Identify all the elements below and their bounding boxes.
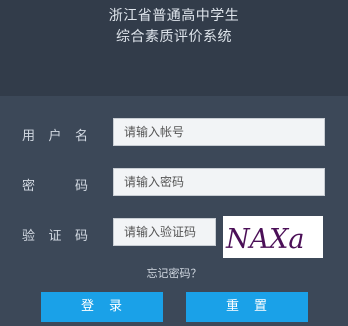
forgot-password-link[interactable]: 忘记密码？: [0, 265, 348, 281]
password-label: 密 码: [22, 175, 88, 194]
system-title-line2: 综合素质评价系统: [116, 29, 232, 45]
page-header: 浙江省普通高中学生 综合素质评价系统: [0, 0, 348, 96]
username-label-char: 名: [74, 129, 88, 144]
login-button[interactable]: 登 录: [41, 292, 163, 322]
username-label: 用 户 名: [22, 125, 88, 144]
password-label-char: 密: [22, 179, 36, 194]
captcha-image-text: NAXa: [225, 224, 304, 255]
reset-button[interactable]: 重 置: [186, 292, 308, 322]
captcha-label-char: 证: [48, 229, 62, 244]
password-label-char: 码: [74, 179, 88, 194]
captcha-label-char: 码: [74, 229, 88, 244]
captcha-image-graphic: NAXa: [225, 224, 304, 255]
captcha-image[interactable]: NAXa: [223, 216, 323, 258]
captcha-label: 验 证 码: [22, 225, 88, 244]
password-input[interactable]: [113, 168, 325, 196]
username-label-char: 用: [22, 129, 36, 144]
username-input[interactable]: [113, 118, 325, 146]
system-title-line1: 浙江省普通高中学生: [108, 8, 240, 24]
captcha-label-char: 验: [22, 229, 36, 244]
username-label-char: 户: [48, 129, 62, 144]
captcha-input[interactable]: [113, 218, 216, 246]
